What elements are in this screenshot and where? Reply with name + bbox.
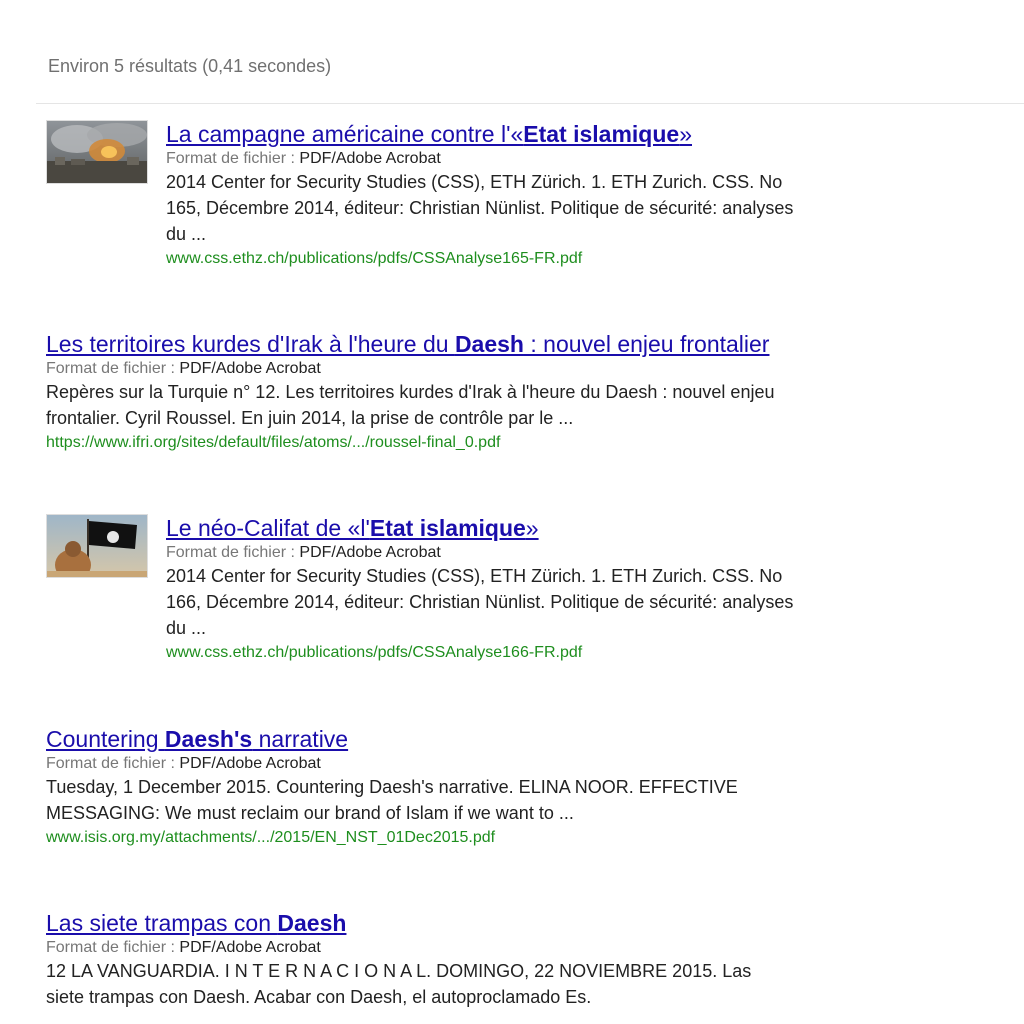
file-format: Format de fichier : PDF/Adobe Acrobat (46, 755, 321, 772)
search-result: Las siete trampas con Daesh Format de fi… (46, 909, 946, 1010)
file-format: Format de fichier : PDF/Adobe Acrobat (46, 360, 321, 377)
header-divider (36, 103, 1024, 104)
search-result: La campagne américaine contre l'«Etat is… (46, 120, 946, 271)
result-url[interactable]: www.css.ethz.ch/publications/pdfs/CSSAna… (166, 641, 946, 665)
file-format-value: PDF/Adobe Acrobat (179, 939, 321, 956)
result-title-link[interactable]: Les territoires kurdes d'Irak à l'heure … (46, 330, 769, 358)
file-format: Format de fichier : PDF/Adobe Acrobat (46, 939, 321, 956)
file-format-value: PDF/Adobe Acrobat (179, 360, 321, 377)
result-title-link[interactable]: Las siete trampas con Daesh (46, 909, 346, 937)
result-thumbnail[interactable] (46, 120, 148, 184)
result-thumbnail[interactable] (46, 514, 148, 578)
result-snippet: 2014 Center for Security Studies (CSS), … (166, 172, 794, 244)
result-url[interactable]: https://www.ifri.org/sites/default/files… (46, 431, 946, 455)
search-result: Le néo-Califat de «l'Etat islamique» For… (46, 514, 946, 665)
result-stats: Environ 5 résultats (0,41 secondes) (48, 56, 332, 76)
result-url[interactable]: www.isis.org.my/attachments/.../2015/EN_… (46, 826, 946, 850)
result-snippet: Tuesday, 1 December 2015. Countering Dae… (46, 777, 738, 823)
search-result: Les territoires kurdes d'Irak à l'heure … (46, 330, 946, 455)
file-format: Format de fichier : PDF/Adobe Acrobat (166, 544, 441, 561)
result-title-link[interactable]: La campagne américaine contre l'«Etat is… (166, 120, 692, 148)
result-snippet: 12 LA VANGUARDIA. I N T E R N A C I O N … (46, 961, 752, 1007)
result-title-link[interactable]: Countering Daesh's narrative (46, 725, 348, 753)
file-format-value: PDF/Adobe Acrobat (299, 150, 441, 167)
search-result: Countering Daesh's narrative Format de f… (46, 725, 946, 850)
result-snippet: 2014 Center for Security Studies (CSS), … (166, 566, 794, 638)
result-title-link[interactable]: Le néo-Califat de «l'Etat islamique» (166, 514, 539, 542)
result-snippet: Repères sur la Turquie n° 12. Les territ… (46, 382, 775, 428)
file-format-value: PDF/Adobe Acrobat (299, 544, 441, 561)
result-url[interactable]: www.css.ethz.ch/publications/pdfs/CSSAna… (166, 247, 946, 271)
file-format-value: PDF/Adobe Acrobat (179, 755, 321, 772)
file-format: Format de fichier : PDF/Adobe Acrobat (166, 150, 441, 167)
